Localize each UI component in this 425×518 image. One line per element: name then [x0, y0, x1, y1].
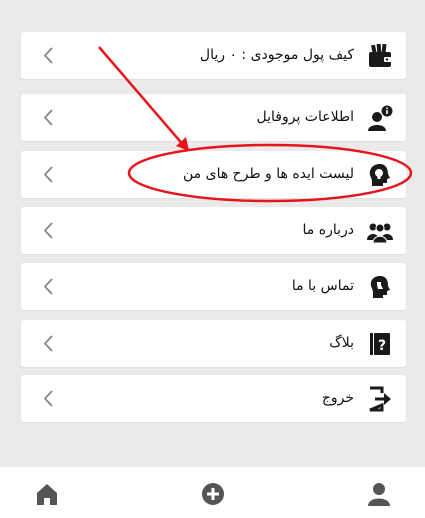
- support-head-icon: [370, 276, 390, 298]
- person-icon[interactable]: [366, 481, 392, 507]
- add-circle-icon[interactable]: [200, 481, 226, 507]
- menu-item-contact[interactable]: تماس با ما: [21, 263, 406, 310]
- menu-item-label: خروج: [321, 390, 354, 406]
- chevron-left-icon: [43, 222, 53, 239]
- chevron-left-icon: [43, 47, 53, 64]
- exit-icon: [369, 386, 391, 412]
- menu-item-logout[interactable]: خروج: [21, 375, 406, 422]
- home-icon[interactable]: [34, 481, 60, 507]
- menu-item-wallet[interactable]: کیف پول موجودی : ۰ ریال: [21, 32, 406, 79]
- menu-item-blog[interactable]: بلاگ ?: [21, 320, 406, 367]
- user-info-icon: [368, 105, 393, 131]
- menu-item-label: تماس با ما: [291, 278, 354, 294]
- bottom-nav-bar: [0, 467, 425, 518]
- group-icon: [367, 223, 393, 244]
- menu-item-label: لیست ایده ها و طرح های من: [183, 166, 354, 182]
- menu-item-ideas[interactable]: لیست ایده ها و طرح های من: [21, 151, 406, 198]
- menu-item-about[interactable]: درباره ما: [21, 207, 406, 254]
- chevron-left-icon: [43, 166, 53, 183]
- lightbulb-head-icon: [369, 164, 390, 186]
- chevron-left-icon: [43, 278, 53, 295]
- menu-item-label: کیف پول موجودی : ۰ ریال: [199, 47, 354, 63]
- menu-item-label: درباره ما: [302, 222, 354, 238]
- chevron-left-icon: [43, 335, 53, 352]
- menu-item-label: بلاگ: [329, 335, 354, 351]
- menu-item-profile[interactable]: اطلاعات پروفایل: [21, 94, 406, 141]
- svg-text:?: ?: [378, 338, 386, 354]
- wallet-icon: [369, 43, 392, 67]
- chevron-left-icon: [43, 109, 53, 126]
- question-book-icon: ?: [370, 333, 390, 355]
- menu-item-label: اطلاعات پروفایل: [256, 109, 354, 125]
- chevron-left-icon: [43, 390, 53, 407]
